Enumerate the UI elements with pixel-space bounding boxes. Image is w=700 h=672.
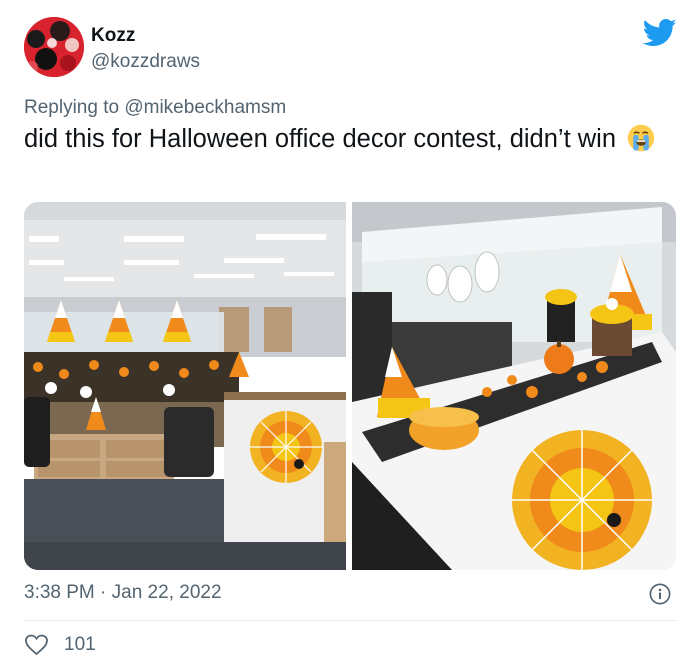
divider — [24, 620, 676, 621]
tweet-timestamp[interactable]: 3:38 PM · Jan 22, 2022 — [24, 582, 222, 604]
photo-office-decor[interactable] — [24, 202, 346, 570]
author-display-name[interactable]: Kozz — [91, 25, 135, 47]
avatar-art-icon — [24, 17, 84, 77]
tweet-media[interactable] — [24, 202, 676, 570]
tweet-body: did this for Halloween office decor cont… — [24, 125, 617, 153]
info-icon[interactable] — [649, 583, 671, 605]
heart-icon — [25, 634, 48, 656]
reply-mention-link[interactable]: @mikebeckhamsm — [124, 97, 286, 118]
avatar[interactable] — [24, 17, 84, 77]
author-handle[interactable]: @kozzdraws — [91, 51, 200, 73]
photo-desk-closeup[interactable] — [352, 202, 676, 570]
loudly-crying-face-icon — [627, 124, 655, 152]
tweet-text: did this for Halloween office decor cont… — [24, 123, 674, 155]
like-count: 101 — [64, 634, 96, 655]
twitter-bird-icon[interactable] — [643, 18, 677, 48]
like-button[interactable]: 101 — [24, 633, 96, 657]
reply-prefix: Replying to — [24, 97, 120, 118]
reply-context: Replying to @mikebeckhamsm — [24, 97, 286, 119]
